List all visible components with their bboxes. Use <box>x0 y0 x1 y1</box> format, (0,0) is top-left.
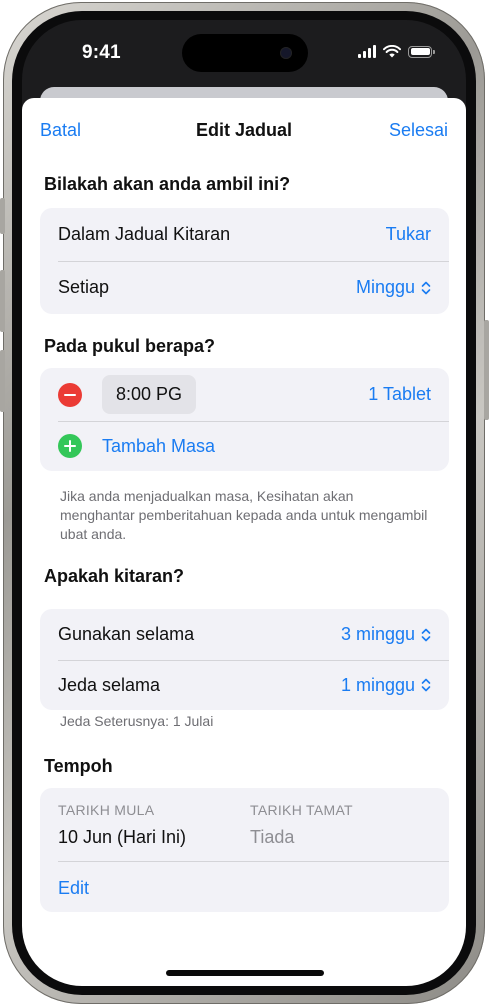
row-label: Dalam Jadual Kitaran <box>58 224 231 244</box>
divider <box>58 861 449 862</box>
row-label: Gunakan selama <box>58 624 195 644</box>
status-icons <box>358 45 435 58</box>
notification-footnote: Jika anda menjadualkan masa, Kesihatan a… <box>60 488 428 542</box>
screen: 9:41 Batal Edit Jadual Selesai Bilakah a… <box>22 20 466 986</box>
time-entry-left: 8:00 PG <box>58 375 197 414</box>
row-frequency[interactable]: Setiap Minggu <box>40 261 449 314</box>
edit-duration-button[interactable]: Edit <box>58 878 89 899</box>
section-header-duration: Tempoh <box>44 756 113 776</box>
row-time-entry: 8:00 PG 1 Tablet <box>40 368 449 421</box>
when-group: Dalam Jadual Kitaran Tukar Setiap Minggu <box>40 208 449 314</box>
section-header-time: Pada pukul berapa? <box>44 336 216 356</box>
remove-time-button[interactable] <box>58 382 82 407</box>
time-group: 8:00 PG 1 Tablet Tambah Masa <box>40 368 449 471</box>
chevron-up-down-icon <box>421 281 431 294</box>
frequency-picker[interactable]: Minggu <box>356 277 431 298</box>
add-time-row[interactable]: Tambah Masa <box>40 421 449 471</box>
navigation-bar: Batal Edit Jadual Selesai <box>22 98 466 158</box>
start-date-block: TARIKH MULA 10 Jun (Hari Ini) <box>58 802 186 848</box>
duration-group: TARIKH MULA 10 Jun (Hari Ini) TARIKH TAM… <box>40 788 449 912</box>
row-pause-for[interactable]: Jeda selama 1 minggu <box>40 660 449 710</box>
end-date-value: Tiada <box>250 827 295 847</box>
edit-schedule-sheet: Batal Edit Jadual Selesai Bilakah akan a… <box>22 98 466 986</box>
start-date-value: 10 Jun (Hari Ini) <box>58 827 187 847</box>
side-button-mute <box>0 198 5 234</box>
pause-duration-picker[interactable]: 1 minggu <box>341 675 431 696</box>
time-picker[interactable]: 8:00 PG <box>102 375 197 414</box>
camera-icon <box>280 47 292 59</box>
row-use-for[interactable]: Gunakan selama 3 minggu <box>40 609 449 660</box>
home-indicator[interactable] <box>166 970 324 976</box>
end-date-label: TARIKH TAMAT <box>250 802 353 818</box>
cycle-group: Gunakan selama 3 minggu Jeda selama 1 mi… <box>40 609 449 710</box>
add-time-icon[interactable] <box>58 434 82 458</box>
battery-icon <box>408 45 435 58</box>
row-cycle-schedule[interactable]: Dalam Jadual Kitaran Tukar <box>40 208 449 261</box>
change-button[interactable]: Tukar <box>386 224 431 245</box>
status-time: 9:41 <box>82 42 121 63</box>
side-button-volume-down <box>0 350 5 412</box>
row-label: Jeda selama <box>58 674 161 695</box>
side-button-volume-up <box>0 270 5 332</box>
row-label: Setiap <box>58 277 110 297</box>
next-pause-footnote: Jeda Seterusnya: 1 Julai <box>60 713 214 729</box>
dose-button[interactable]: 1 Tablet <box>368 384 431 405</box>
use-duration-picker[interactable]: 3 minggu <box>341 624 431 645</box>
signal-icon <box>358 45 376 58</box>
side-button-power <box>484 320 489 420</box>
end-date-block: TARIKH TAMAT Tiada <box>250 802 353 848</box>
start-date-label: TARIKH MULA <box>58 802 155 818</box>
section-header-cycle: Apakah kitaran? <box>44 566 185 586</box>
dynamic-island <box>182 34 308 72</box>
done-button[interactable]: Selesai <box>389 120 448 141</box>
chevron-up-down-icon <box>421 628 431 641</box>
wifi-icon <box>383 45 401 58</box>
status-bar: 9:41 <box>22 20 466 90</box>
add-time-button[interactable]: Tambah Masa <box>102 436 215 457</box>
section-header-when: Bilakah akan anda ambil ini? <box>44 174 291 194</box>
chevron-up-down-icon <box>421 678 431 692</box>
